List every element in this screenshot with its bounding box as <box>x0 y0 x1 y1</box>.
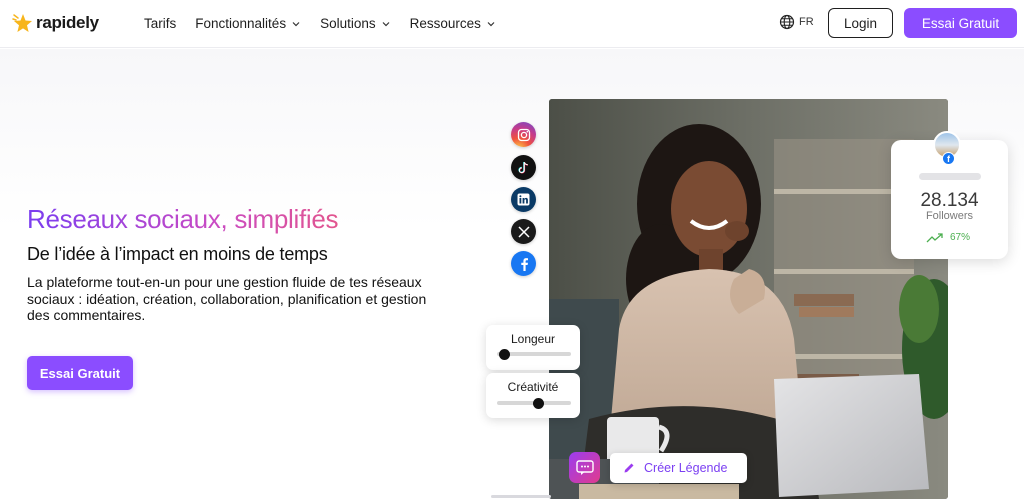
chevron-down-icon <box>382 21 390 26</box>
nav-link-label: Tarifs <box>144 16 177 31</box>
nav-link-label: Ressources <box>409 16 481 31</box>
x-icon[interactable] <box>511 219 536 244</box>
divider <box>491 495 551 498</box>
free-trial-button-hero[interactable]: Essai Gratuit <box>27 356 133 390</box>
creativity-slider-card: Créativité <box>486 373 580 418</box>
facebook-icon[interactable] <box>511 251 536 276</box>
logo-star-icon <box>12 12 34 34</box>
trend-up-icon <box>926 232 943 242</box>
followers-count: 28.134 <box>920 190 979 211</box>
growth-value: 67% <box>950 232 971 243</box>
woman-with-laptop-image <box>549 99 948 499</box>
login-button[interactable]: Login <box>828 8 893 38</box>
nav-link-ressources[interactable]: Ressources <box>410 16 496 31</box>
globe-icon <box>779 14 795 30</box>
chevron-down-icon <box>292 21 300 26</box>
hero-headline: Réseaux sociaux, simplifiés <box>27 204 339 234</box>
length-slider-card: Longeur <box>486 325 580 370</box>
free-trial-button-nav[interactable]: Essai Gratuit <box>904 8 1017 38</box>
nav-link-label: Solutions <box>320 16 376 31</box>
nav-links: Tarifs Fonctionnalités Solutions Ressour… <box>144 16 496 31</box>
name-placeholder-bar <box>919 173 981 180</box>
instagram-icon[interactable] <box>511 122 536 147</box>
creativity-slider-handle[interactable] <box>532 398 544 409</box>
slider-label: Longeur <box>510 332 556 346</box>
length-slider-handle[interactable] <box>498 349 510 360</box>
logo[interactable]: rapidely <box>12 12 99 34</box>
linkedin-icon[interactable] <box>511 187 536 212</box>
followers-label: Followers <box>925 210 974 222</box>
nav-link-fonctionnalites[interactable]: Fonctionnalités <box>195 16 301 31</box>
nav-link-solutions[interactable]: Solutions <box>320 16 391 31</box>
top-navbar: rapidely Tarifs Fonctionnalités Solution… <box>0 0 1024 48</box>
nav-link-tarifs[interactable]: Tarifs <box>144 16 176 31</box>
nav-link-label: Fonctionnalités <box>195 16 287 31</box>
ai-chat-icon <box>569 452 600 483</box>
create-caption-button[interactable]: Créer Légende <box>610 453 747 483</box>
hero-subhead: De l’idée à l’impact en moins de temps <box>27 244 328 264</box>
facebook-badge-icon: f <box>942 152 955 165</box>
logo-text: rapidely <box>36 13 99 32</box>
followers-growth: 67% <box>926 232 970 243</box>
hero-photo <box>549 99 948 499</box>
chevron-down-icon <box>487 21 495 26</box>
language-label: FR <box>799 16 814 28</box>
create-caption-label: Créer Légende <box>644 461 728 475</box>
hero-description: La plateforme tout-en-un pour une gestio… <box>27 274 427 323</box>
slider-label: Créativité <box>507 380 559 394</box>
language-selector[interactable]: FR <box>779 14 814 30</box>
tiktok-icon[interactable] <box>511 155 536 180</box>
pencil-icon <box>624 463 634 473</box>
